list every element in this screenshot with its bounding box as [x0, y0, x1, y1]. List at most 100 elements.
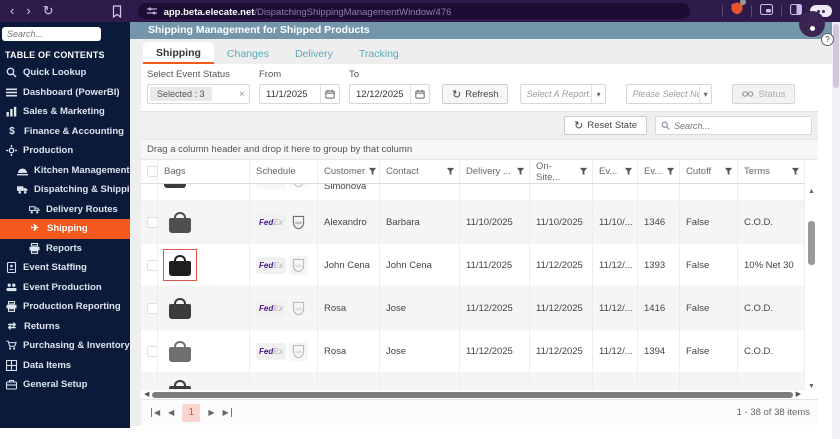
- group-by-bar[interactable]: Drag a column header and drop it here to…: [141, 139, 818, 160]
- vertical-scroll-thumb[interactable]: [808, 221, 815, 265]
- sidebar-item-general-setup[interactable]: General Setup: [0, 375, 130, 395]
- tab-shipping[interactable]: Shipping: [143, 42, 214, 64]
- sidebar-item-quick-lookup[interactable]: Quick Lookup: [0, 63, 130, 83]
- sidebar-item-data-items[interactable]: Data Items: [0, 356, 130, 376]
- scroll-down-icon[interactable]: ▼: [808, 383, 815, 390]
- sidebar-item-production[interactable]: Production: [0, 141, 130, 161]
- status-button[interactable]: Status: [732, 84, 796, 104]
- to-date-input[interactable]: [350, 88, 404, 100]
- sidebar-item-returns[interactable]: ⇄ Returns: [0, 317, 130, 337]
- row-checkbox[interactable]: [147, 302, 157, 314]
- table-row-partial[interactable]: FedEx ups Simonova: [141, 184, 805, 201]
- col-customer[interactable]: Customer: [324, 166, 365, 177]
- sidebar-item-event-production[interactable]: Event Production: [0, 278, 130, 298]
- last-page-button[interactable]: ▶: [222, 408, 232, 417]
- row-checkbox[interactable]: [147, 216, 157, 228]
- report-select[interactable]: Select A Report... ▾: [520, 84, 607, 104]
- fedex-button[interactable]: FedEx: [256, 184, 287, 189]
- chevron-down-icon[interactable]: ▾: [698, 85, 712, 103]
- grid-search-input[interactable]: [674, 120, 811, 131]
- horizontal-scroll-thumb[interactable]: [152, 391, 793, 398]
- refresh-button[interactable]: ↻ Refresh: [442, 84, 509, 104]
- chevron-down-icon[interactable]: ▾: [590, 85, 606, 103]
- ups-button[interactable]: ups: [289, 298, 309, 318]
- col-delivery[interactable]: Delivery ...: [466, 166, 511, 177]
- fedex-button[interactable]: FedEx: [256, 256, 287, 274]
- filter-icon[interactable]: [516, 167, 525, 176]
- bag-icon[interactable]: [169, 254, 191, 276]
- sidebar-item-production-reporting[interactable]: Production Reporting: [0, 297, 130, 317]
- clear-icon[interactable]: ×: [239, 89, 245, 100]
- table-row-partial[interactable]: [141, 373, 805, 390]
- tab-delivery[interactable]: Delivery: [282, 43, 346, 64]
- sidebar-item-sales-marketing[interactable]: Sales & Marketing: [0, 102, 130, 122]
- filter-icon[interactable]: [579, 167, 588, 176]
- picture-in-picture-icon[interactable]: [759, 2, 774, 20]
- calendar-icon[interactable]: [410, 85, 429, 103]
- col-cutoff[interactable]: Cutoff: [686, 166, 711, 177]
- new-status-select[interactable]: Please Select New ... ▾: [626, 84, 713, 104]
- calendar-icon[interactable]: [320, 85, 339, 103]
- col-contact[interactable]: Contact: [386, 166, 419, 177]
- browser-forward-icon[interactable]: ›: [20, 0, 36, 22]
- filter-icon[interactable]: [666, 167, 675, 176]
- row-checkbox[interactable]: [147, 259, 157, 271]
- sidebar-search-input[interactable]: [2, 27, 101, 41]
- filter-icon[interactable]: [724, 167, 733, 176]
- sidebar-item-dispatching-shipping[interactable]: Dispatching & Shipping: [0, 180, 130, 200]
- ups-button[interactable]: ups: [289, 184, 309, 190]
- browser-back-icon[interactable]: ‹: [4, 0, 20, 22]
- page-scroll-thumb[interactable]: [833, 24, 839, 88]
- sidebar-item-finance-accounting[interactable]: $ Finance & Accounting: [0, 122, 130, 142]
- select-all-checkbox[interactable]: [147, 166, 158, 177]
- scroll-right-icon[interactable]: ▶: [796, 390, 801, 399]
- ups-button[interactable]: ups: [289, 212, 309, 232]
- event-status-multiselect[interactable]: Selected : 3 ×: [147, 84, 250, 104]
- fedex-button[interactable]: FedEx: [256, 213, 287, 231]
- sidebar-item-dashboard[interactable]: Dashboard (PowerBI): [0, 83, 130, 103]
- table-row[interactable]: Fed Ex ups Rosa Jose 11/12/2025 11/12/202…: [141, 287, 805, 330]
- filter-icon[interactable]: [368, 167, 377, 176]
- floating-widget-button[interactable]: [799, 11, 825, 37]
- tab-changes[interactable]: Changes: [214, 43, 282, 64]
- sidebar-item-purchasing-inventory[interactable]: Purchasing & Inventory: [0, 336, 130, 356]
- bookmark-icon[interactable]: [112, 4, 122, 18]
- page-scrollbar[interactable]: [832, 22, 840, 439]
- table-row[interactable]: Fed Ex ups Rosa Jose 11/12/2025 11/12/202…: [141, 330, 805, 373]
- from-date-input[interactable]: [260, 88, 314, 100]
- bag-icon[interactable]: [169, 340, 191, 362]
- filter-icon[interactable]: [791, 167, 800, 176]
- col-terms[interactable]: Terms: [744, 166, 770, 177]
- browser-reload-icon[interactable]: ↻: [37, 0, 60, 22]
- first-page-button[interactable]: ◀: [151, 408, 160, 417]
- reset-state-button[interactable]: ↻ Reset State: [564, 116, 647, 135]
- col-schedule[interactable]: Schedule: [256, 166, 296, 177]
- ups-button[interactable]: ups: [289, 255, 309, 275]
- scroll-up-icon[interactable]: ▲: [808, 188, 815, 195]
- bag-icon[interactable]: [169, 379, 191, 389]
- ups-button[interactable]: ups: [289, 341, 309, 361]
- horizontal-scrollbar[interactable]: ◀ ▶: [141, 390, 818, 399]
- table-row[interactable]: Fed Ex ups John Cena John Cena 11/11/2025…: [141, 244, 805, 287]
- sidebar-item-reports[interactable]: Reports: [0, 239, 130, 259]
- vertical-scrollbar[interactable]: ▲ ▼: [805, 188, 818, 390]
- filter-icon[interactable]: [446, 167, 455, 176]
- next-page-button[interactable]: ▶: [208, 408, 214, 417]
- col-event-id[interactable]: Ev...: [644, 166, 662, 177]
- table-row[interactable]: Fed Ex ups Alexandro Barbara 11/10/2025 1…: [141, 201, 805, 244]
- bag-icon[interactable]: [164, 184, 186, 188]
- help-button[interactable]: ?: [821, 33, 834, 46]
- col-onsite[interactable]: On-Site...: [536, 161, 576, 183]
- current-page-button[interactable]: 1: [182, 403, 201, 422]
- extension-shield-icon[interactable]: [731, 0, 746, 20]
- col-event-date[interactable]: Ev...: [599, 166, 617, 177]
- filter-icon[interactable]: [624, 167, 633, 176]
- fedex-button[interactable]: FedEx: [256, 342, 287, 360]
- fedex-button[interactable]: FedEx: [256, 299, 287, 317]
- bag-icon[interactable]: [169, 211, 191, 233]
- sidebar-item-event-staffing[interactable]: Event Staffing: [0, 258, 130, 278]
- sidebar-item-delivery-routes[interactable]: Delivery Routes: [0, 200, 130, 220]
- sidebar-item-kitchen-management[interactable]: Kitchen Management: [0, 161, 130, 181]
- scroll-left-icon[interactable]: ◀: [144, 390, 149, 399]
- url-bar[interactable]: app.beta.elecate.net/DispatchingShipping…: [137, 3, 690, 19]
